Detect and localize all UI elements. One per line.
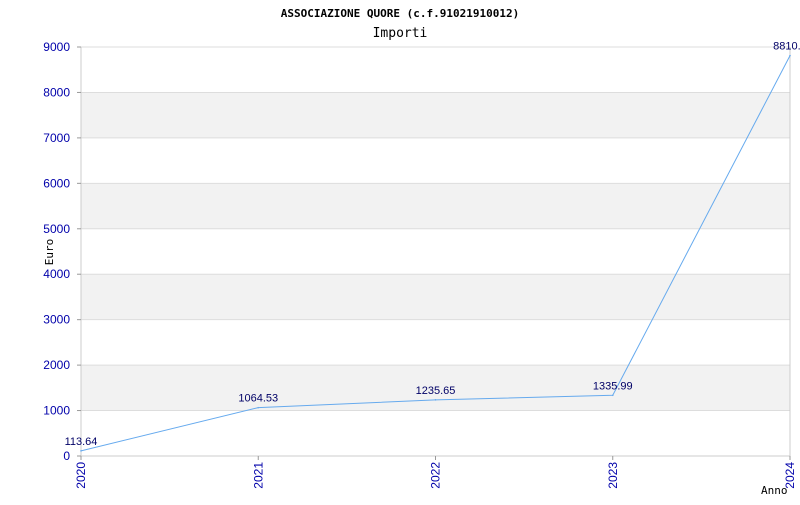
x-tick-label: 2023 [606,462,620,489]
data-point [80,450,82,452]
data-point [611,394,614,397]
x-axis-label: Anno [761,484,788,497]
data-point [434,399,437,401]
grid-band [81,92,790,138]
y-tick-label: 0 [63,449,70,463]
y-tick-label: 5000 [43,222,70,236]
data-label: 113.64 [65,436,98,448]
data-point [789,54,791,57]
chart: 0 1000 2000 3000 4000 5000 6000 7000 8000 9000 20… [0,0,800,500]
y-tick-label: 3000 [43,313,70,327]
grid-band [81,183,790,229]
y-axis-label: Euro [43,239,56,266]
data-label: 1064.53 [238,393,278,405]
y-tick-label: 6000 [43,176,70,190]
y-tick-label: 1000 [43,404,70,418]
data-label: 1335.99 [593,380,633,392]
y-tick-label: 2000 [43,358,70,372]
chart-subtitle: Importi [373,26,428,41]
x-tick-label: 2020 [74,462,88,489]
grid-bands [81,92,790,411]
y-tick-label: 8000 [43,85,70,99]
line-chart: 0 1000 2000 3000 4000 5000 6000 7000 8000 9000 20… [43,7,800,497]
data-label: 8810.4 [773,41,800,53]
chart-title: ASSOCIAZIONE QUORE (c.f.91021910012) [281,7,519,20]
data-label: 1235.65 [416,385,456,397]
data-point [257,406,260,409]
grid-band [81,274,790,320]
x-tick-label: 2022 [429,462,443,489]
y-tick-label: 9000 [43,40,70,54]
y-tick-label: 4000 [43,267,70,281]
y-tick-label: 7000 [43,131,70,145]
x-tick-labels: 2020 2021 2022 2023 2024 [74,456,797,489]
x-tick-label: 2021 [251,462,265,489]
